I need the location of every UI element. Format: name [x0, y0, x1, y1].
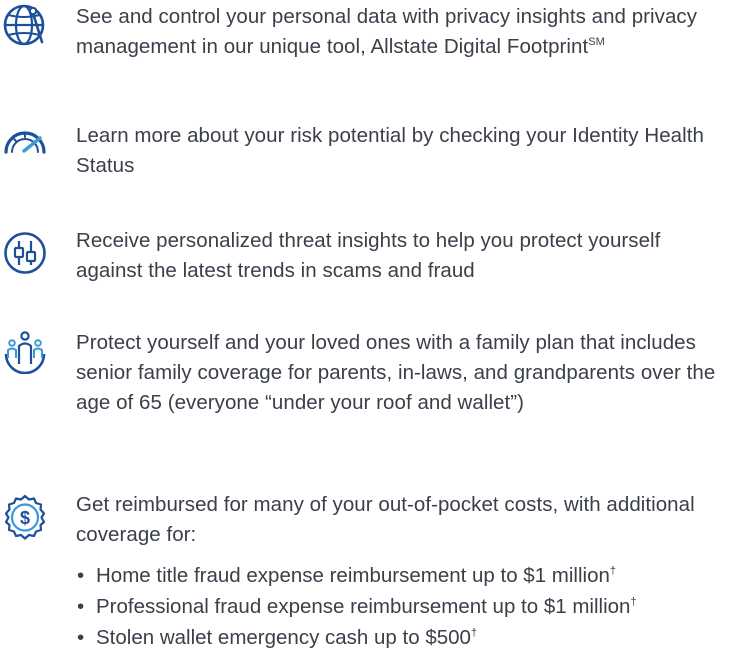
family-icon	[2, 328, 48, 374]
list-item: • Stolen wallet emergency cash up to $500…	[76, 622, 736, 653]
feature-text: See and control your personal data with …	[76, 5, 698, 58]
bullet-glyph: •	[77, 564, 85, 587]
list-item: • Professional fraud expense reimbursemen…	[76, 591, 736, 622]
speedometer-icon	[2, 118, 48, 164]
dagger-mark: †	[609, 565, 617, 577]
dagger-mark: †	[630, 596, 637, 608]
globe-icon	[2, 2, 48, 48]
insights-sliders-icon	[2, 230, 48, 276]
svg-text:$: $	[20, 508, 30, 528]
bullet-glyph: •	[77, 626, 85, 649]
coverage-list: • Home title fraud expense reimbursement …	[76, 560, 736, 653]
list-item: • Home title fraud expense reimbursement …	[76, 560, 736, 591]
bullet-glyph: •	[77, 595, 85, 618]
service-mark: SM	[588, 36, 605, 48]
feature-text: Receive personalized threat insights to …	[76, 229, 661, 282]
dagger-mark: †	[470, 627, 478, 639]
feature-text: Protect yourself and your loved ones wit…	[76, 331, 716, 414]
dollar-badge-icon: $	[2, 494, 48, 540]
feature-text: Get reimbursed for many of your out-of-p…	[76, 493, 695, 546]
feature-text: Learn more about your risk potential by …	[76, 124, 704, 177]
